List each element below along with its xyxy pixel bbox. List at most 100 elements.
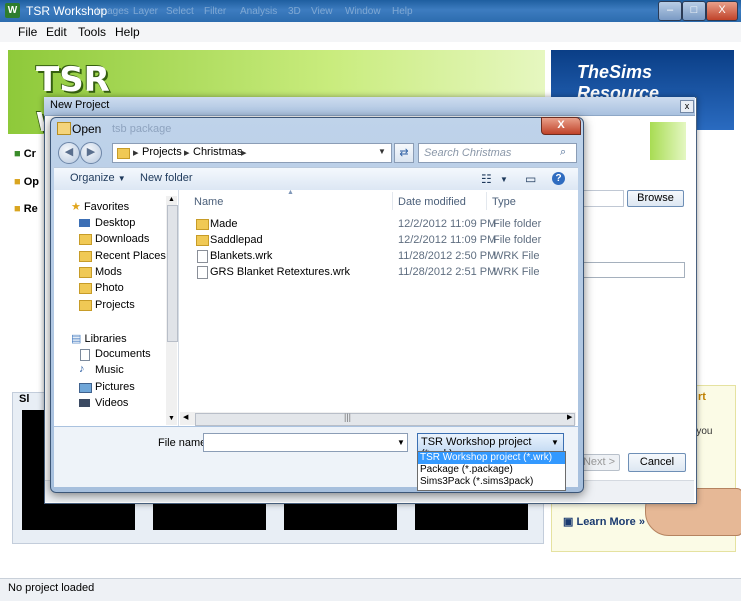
scroll-down-icon[interactable]: ▼ [168, 415, 175, 422]
nav-item-pictures[interactable]: Pictures [79, 381, 135, 393]
menu-help[interactable]: Help [115, 25, 140, 39]
horizontal-scrollbar-thumb[interactable] [195, 413, 575, 426]
column-header-date[interactable]: Date modified [398, 196, 466, 208]
music-icon: ♪ [79, 363, 85, 375]
maximize-button[interactable]: □ [682, 1, 706, 21]
side-item-create[interactable]: ■ Cr [14, 148, 36, 160]
column-header-type[interactable]: Type [492, 196, 516, 208]
file-name-dropdown-icon[interactable]: ▼ [397, 438, 405, 447]
folder-icon [57, 122, 71, 135]
nav-item-videos[interactable]: Videos [79, 397, 128, 409]
menu-edit[interactable]: Edit [46, 25, 67, 39]
breadcrumb-projects[interactable]: Projects [142, 146, 182, 158]
faded-menu-view: View [311, 6, 333, 17]
pictures-icon [79, 383, 92, 393]
faded-menu-3d: 3D [288, 6, 301, 17]
nav-item-music[interactable]: ♪ Music [79, 363, 124, 376]
browse-button[interactable]: Browse [627, 190, 684, 207]
app-title: TSR Workshop [26, 4, 108, 18]
nav-item-photo[interactable]: Photo [79, 282, 124, 294]
file-icon [197, 266, 208, 279]
nav-item-desktop[interactable]: Desktop [79, 217, 135, 229]
faded-menu-images: Images [96, 6, 129, 17]
faded-menu-layer: Layer [133, 6, 159, 17]
new-project-close-button[interactable]: x [680, 100, 694, 113]
refresh-icon: ⇄ [399, 147, 409, 159]
project-thumbnail [650, 122, 686, 160]
view-dropdown-icon[interactable]: ▼ [500, 175, 508, 184]
file-type-option[interactable]: Package (*.package) [418, 464, 565, 476]
chevron-right-icon: ▸ [184, 147, 190, 159]
project-name-field[interactable] [580, 262, 685, 278]
menu-file[interactable]: File [18, 25, 37, 39]
new-folder-button[interactable]: New folder [140, 172, 193, 184]
refresh-button[interactable]: ⇄ [394, 143, 414, 163]
column-header-name[interactable]: Name [194, 196, 223, 208]
column-separator[interactable] [392, 192, 393, 210]
filmstrip-label: Sl [19, 393, 30, 405]
faded-menu-analysis: Analysis [240, 6, 278, 17]
arrow-left-icon: ◀ [64, 146, 74, 158]
address-dropdown-icon[interactable]: ▼ [378, 147, 386, 156]
folder-icon [196, 235, 209, 246]
organize-button[interactable]: Organize ▼ [70, 172, 126, 184]
address-bar[interactable]: ▸ Projects ▸ Christmas ▸ [112, 143, 392, 163]
next-button[interactable]: Next > [578, 454, 620, 471]
file-row[interactable]: Made 12/2/2012 11:09 PM File folder [196, 218, 570, 232]
ad-title: rt [698, 391, 706, 403]
recent-places-icon [79, 251, 92, 262]
open-dialog-close-button[interactable]: X [541, 117, 581, 135]
menu-tools[interactable]: Tools [78, 25, 106, 39]
learn-more-link[interactable]: ▣ Learn More » [563, 515, 645, 528]
star-icon: ★ [71, 201, 81, 213]
chevron-down-icon[interactable]: ▼ [551, 438, 559, 447]
file-type-option[interactable]: TSR Workshop project (*.wrk) [418, 452, 565, 464]
arrow-right-icon: ▶ [86, 146, 96, 158]
documents-icon [80, 349, 90, 361]
breadcrumb-christmas[interactable]: Christmas [193, 146, 243, 158]
open-dialog-title-faded: tsb package [112, 123, 172, 135]
file-icon [197, 250, 208, 263]
file-row[interactable]: GRS Blanket Retextures.wrk 11/28/2012 2:5… [197, 266, 570, 280]
help-icon[interactable]: ? [552, 172, 565, 185]
scroll-up-icon[interactable]: ▲ [168, 196, 175, 203]
main-title-bar: W TSR Workshop Images Layer Select Filte… [0, 0, 741, 22]
libraries-icon: ▤ [71, 333, 82, 345]
chevron-right-icon: ▸ [133, 147, 139, 159]
file-type-option[interactable]: Sims3Pack (*.sims3pack) [418, 476, 565, 488]
view-icon[interactable]: ☷ [481, 172, 492, 186]
file-row[interactable]: Blankets.wrk 11/28/2012 2:50 PM WRK File [197, 250, 570, 264]
nav-item-downloads[interactable]: Downloads [79, 233, 149, 245]
scroll-right-icon[interactable]: ▶ [567, 413, 572, 421]
folder-icon [117, 148, 130, 159]
nav-favorites-header[interactable]: ★ Favorites [71, 200, 129, 213]
chevron-right-icon: ▸ [241, 147, 247, 159]
side-item-open[interactable]: ■ Op [14, 176, 39, 188]
forward-button[interactable]: ▶ [80, 142, 102, 164]
scroll-left-icon[interactable]: ◀ [183, 413, 188, 421]
nav-item-mods[interactable]: Mods [79, 266, 122, 278]
close-button[interactable]: X [706, 1, 738, 21]
file-name-input[interactable] [203, 433, 408, 452]
nav-scrollbar-thumb[interactable] [167, 205, 178, 342]
faded-menu-window: Window [345, 6, 381, 17]
file-type-select[interactable]: TSR Workshop project (*.wrk) [417, 433, 564, 460]
new-project-title: New Project [50, 99, 110, 111]
minimize-button[interactable]: – [658, 1, 682, 21]
nav-libraries-header[interactable]: ▤ Libraries [71, 332, 127, 345]
location-field[interactable] [580, 190, 624, 207]
chevron-down-icon: ▼ [117, 174, 126, 183]
faded-menu-help: Help [392, 6, 413, 17]
nav-item-recent-places[interactable]: Recent Places [79, 250, 166, 262]
search-icon[interactable]: ⌕ [560, 146, 566, 159]
side-item-recent[interactable]: ■ Re [14, 203, 38, 215]
file-row[interactable]: Saddlepad 12/2/2012 11:09 PM File folder [196, 234, 570, 248]
column-separator[interactable] [486, 192, 487, 210]
nav-item-documents[interactable]: Documents [79, 348, 151, 361]
cancel-button[interactable]: Cancel [628, 453, 686, 472]
back-button[interactable]: ◀ [58, 142, 80, 164]
folder-icon [79, 267, 92, 278]
search-input[interactable]: Search Christmas [418, 143, 577, 163]
nav-item-projects[interactable]: Projects [79, 299, 135, 311]
preview-pane-icon[interactable]: ▭ [525, 172, 536, 186]
